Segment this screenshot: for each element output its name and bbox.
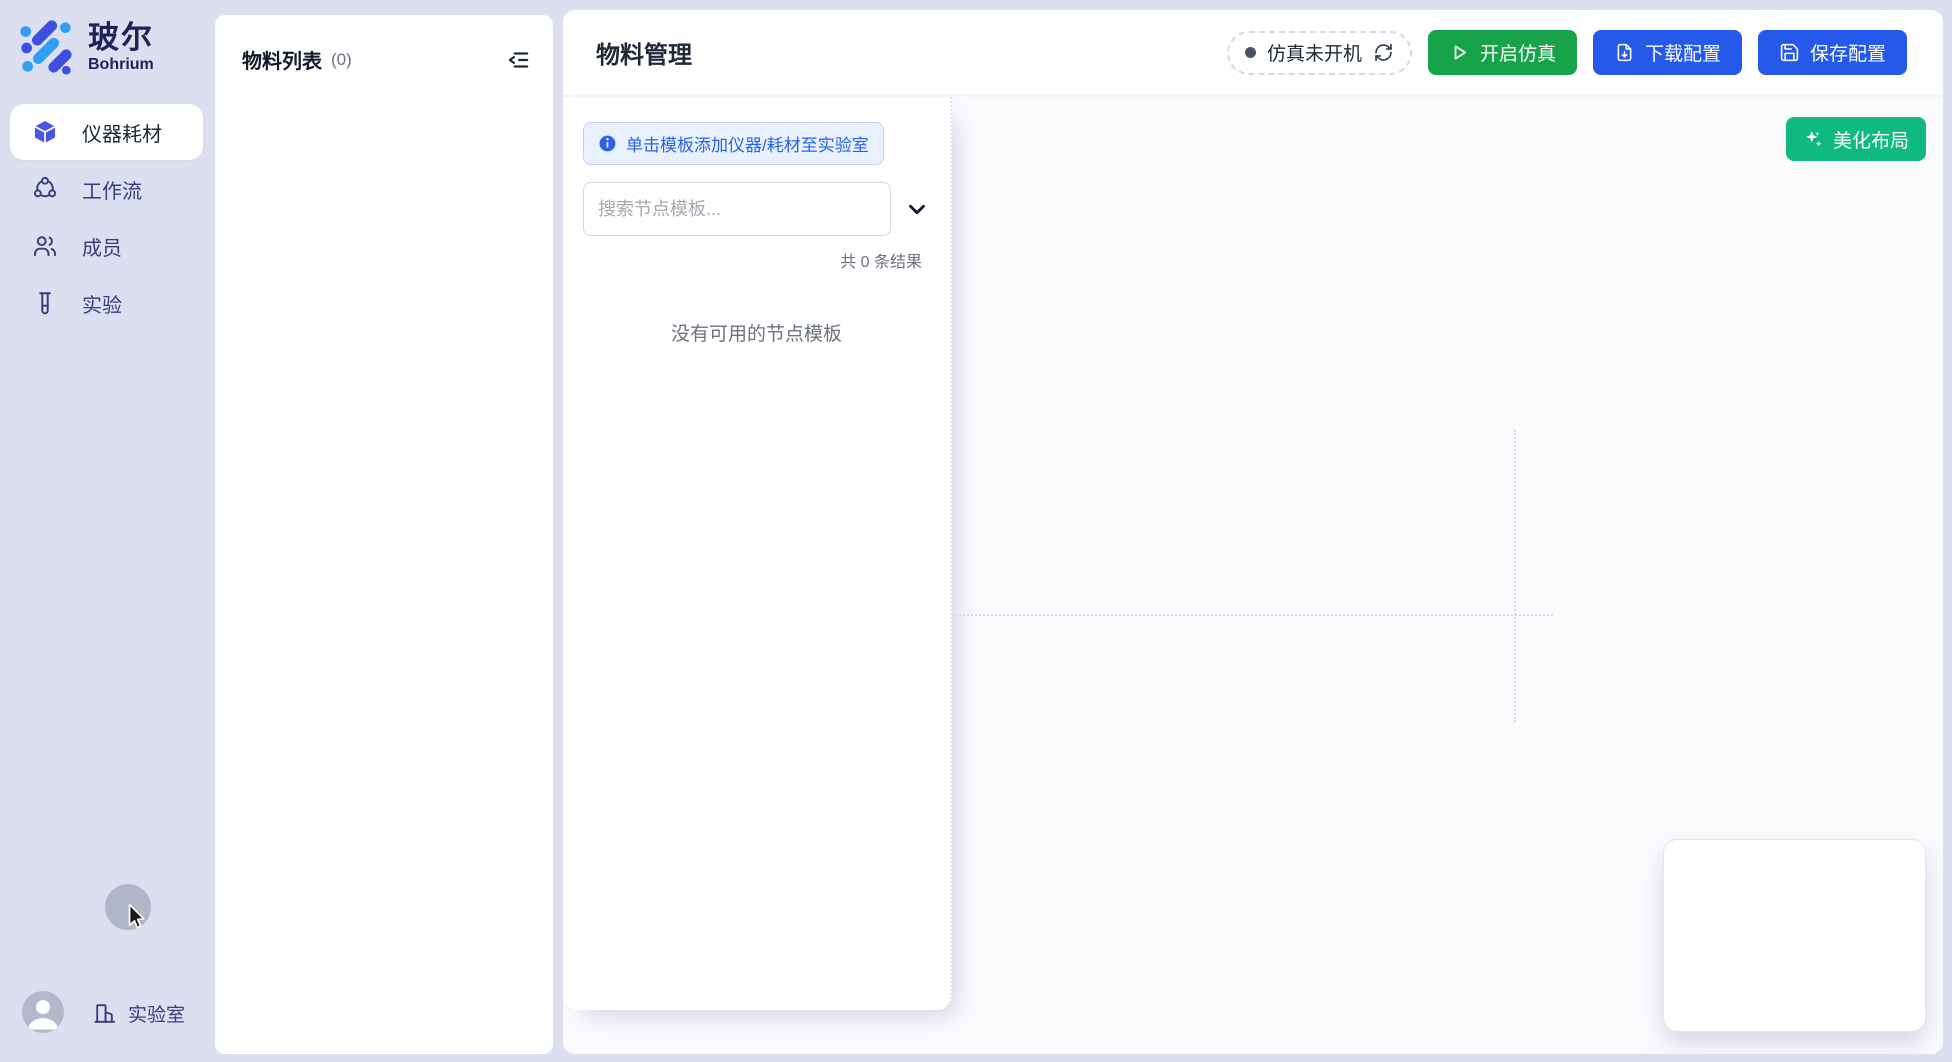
experiment-icon (32, 290, 58, 316)
start-simulation-button[interactable]: 开启仿真 (1428, 30, 1577, 75)
search-row (583, 182, 930, 236)
canvas-guide-line-vertical (1514, 430, 1516, 722)
save-icon (1779, 42, 1800, 63)
cube-icon (32, 119, 58, 145)
page-title: 物料管理 (596, 35, 692, 70)
download-config-label: 下载配置 (1645, 39, 1721, 66)
download-config-button[interactable]: 下载配置 (1593, 30, 1742, 75)
search-input[interactable] (583, 182, 891, 236)
save-config-button[interactable]: 保存配置 (1758, 30, 1907, 75)
material-list-header: 物料列表 (0) (215, 15, 553, 74)
material-list-panel: 物料列表 (0) (215, 15, 553, 1054)
header-actions: 仿真未开机 开启仿真 (1227, 30, 1907, 75)
main-panel: 物料管理 仿真未开机 (563, 10, 1943, 1054)
sidebar-footer: 实验室 (0, 990, 213, 1062)
sidebar-item-workflow[interactable]: 工作流 (10, 161, 203, 217)
refresh-icon[interactable] (1373, 42, 1394, 63)
sidebar-item-label: 成员 (82, 232, 122, 261)
sidebar-item-label: 实验 (82, 289, 122, 318)
brand-text: 玻尔 Bohrium (88, 21, 154, 74)
material-list-count: (0) (331, 50, 352, 70)
sidebar-item-lab[interactable]: 实验室 (92, 1000, 185, 1027)
brand-title: 玻尔 (88, 21, 154, 55)
info-banner: 单击模板添加仪器/耗材至实验室 (583, 122, 884, 165)
sidebar-item-instruments[interactable]: 仪器耗材 (10, 104, 203, 160)
sparkles-icon (1803, 129, 1824, 150)
avatar[interactable] (22, 991, 64, 1033)
result-count: 共 0 条结果 (583, 248, 922, 272)
canvas-guide-line-horizontal (952, 614, 1553, 616)
main-header: 物料管理 仿真未开机 (563, 10, 1943, 97)
members-icon (32, 233, 58, 259)
brand: 玻尔 Bohrium (0, 0, 213, 76)
canvas-minimap[interactable] (1663, 839, 1926, 1032)
sidebar-item-label: 仪器耗材 (82, 118, 162, 147)
beautify-layout-label: 美化布局 (1833, 126, 1909, 153)
play-icon (1449, 42, 1470, 63)
brand-subtitle: Bohrium (88, 55, 154, 74)
banner-text: 单击模板添加仪器/耗材至实验室 (626, 131, 869, 156)
workflow-icon (32, 176, 58, 202)
sidebar-nav: 仪器耗材 工作流 成员 (10, 104, 203, 331)
mouse-cursor (123, 902, 149, 933)
file-download-icon (1614, 42, 1635, 63)
collapse-panel-icon[interactable] (505, 47, 531, 73)
sidebar-item-label: 工作流 (82, 175, 142, 204)
beautify-layout-button[interactable]: 美化布局 (1786, 117, 1926, 161)
bohrium-logo-icon (17, 18, 75, 76)
info-icon (598, 134, 617, 153)
start-simulation-label: 开启仿真 (1480, 39, 1556, 66)
save-config-label: 保存配置 (1810, 39, 1886, 66)
sidebar-item-experiment[interactable]: 实验 (10, 275, 203, 331)
simulation-status-pill: 仿真未开机 (1227, 31, 1412, 75)
building-icon (92, 1001, 117, 1026)
lab-label: 实验室 (128, 1000, 185, 1027)
chevron-down-icon[interactable] (904, 196, 930, 222)
empty-state-text: 没有可用的节点模板 (583, 319, 930, 346)
flow-canvas[interactable]: 单击模板添加仪器/耗材至实验室 共 0 条结果 没有可用的节点模板 (563, 97, 1943, 1054)
node-template-panel: 单击模板添加仪器/耗材至实验室 共 0 条结果 没有可用的节点模板 (563, 97, 952, 1010)
material-list-title: 物料列表 (242, 45, 322, 74)
sidebar-item-members[interactable]: 成员 (10, 218, 203, 274)
status-dot-icon (1245, 47, 1256, 58)
status-label: 仿真未开机 (1267, 39, 1362, 66)
